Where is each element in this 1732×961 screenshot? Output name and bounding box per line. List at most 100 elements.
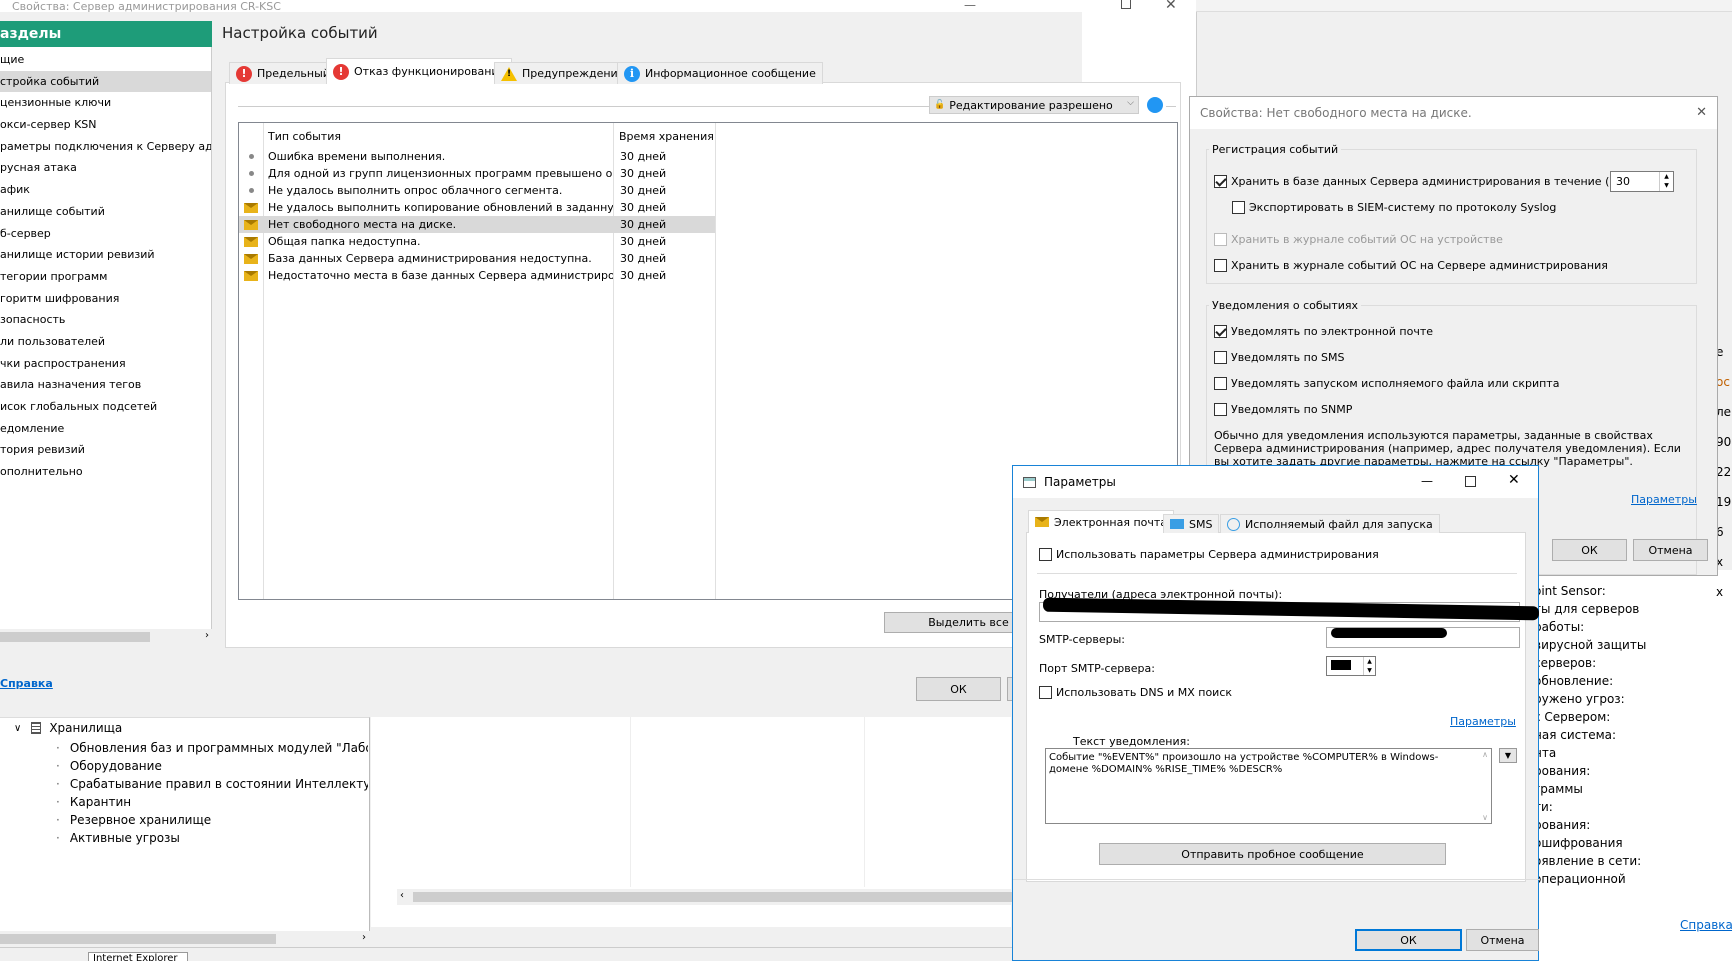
notify-exec-checkbox[interactable] xyxy=(1214,377,1227,390)
notify-email-row[interactable]: Уведомлять по электронной почте xyxy=(1214,325,1433,338)
sidebar-item[interactable]: горитм шифрования xyxy=(0,288,211,310)
table-row[interactable]: Для одной из групп лицензионных программ… xyxy=(239,165,715,182)
middle-hscroll[interactable]: ‹ xyxy=(397,889,1017,905)
tree-item[interactable]: · Карантин xyxy=(56,793,368,811)
col-header-time[interactable]: Время хранения xyxy=(619,130,714,143)
sidebar-item[interactable]: ли пользователей xyxy=(0,331,211,353)
tree-item[interactable]: · Обновления баз и программных модулей "Л… xyxy=(56,739,368,757)
minimize-icon[interactable]: — xyxy=(964,0,976,12)
notify-sms-row[interactable]: Уведомлять по SMS xyxy=(1214,351,1345,364)
spinner[interactable]: ▲ ▼ xyxy=(1659,172,1673,191)
props-ok-button[interactable]: ОК xyxy=(1552,539,1627,561)
table-row[interactable]: База данных Сервера администрирования не… xyxy=(239,250,715,267)
props-cancel-button[interactable]: Отмена xyxy=(1633,539,1708,561)
taskbar-item[interactable]: Internet Explorer xyxy=(88,952,188,961)
close-icon[interactable]: ✕ xyxy=(1165,0,1177,13)
scroll-left-icon[interactable]: ‹ xyxy=(400,890,404,901)
window-max-icon[interactable] xyxy=(1121,0,1131,9)
dns-row[interactable]: Использовать DNS и MX поиск xyxy=(1039,686,1232,699)
tree-root[interactable]: ∨ Хранилища xyxy=(14,721,122,735)
notify-sms-checkbox[interactable] xyxy=(1214,351,1227,364)
sidebar-item[interactable]: стройка событий xyxy=(0,70,211,93)
scroll-up-icon[interactable]: ∧ xyxy=(1482,750,1488,759)
ok-button[interactable]: ОК xyxy=(916,677,1001,701)
notification-text-area[interactable]: Событие "%EVENT%" произошло на устройств… xyxy=(1045,748,1492,824)
sidebar-item[interactable]: афик xyxy=(0,179,211,201)
scroll-thumb[interactable] xyxy=(0,632,150,642)
port-spinner[interactable]: ▲ ▼ xyxy=(1363,657,1375,675)
table-row[interactable]: Недостаточно места в базе данных Сервера… xyxy=(239,267,715,284)
sidebar-item[interactable]: русная атака xyxy=(0,157,211,179)
use-server-checkbox[interactable] xyxy=(1039,548,1052,561)
params-cancel-button[interactable]: Отмена xyxy=(1466,929,1539,951)
scroll-down-icon[interactable]: ∨ xyxy=(1482,813,1488,822)
sidebar-hscroll[interactable]: › xyxy=(0,629,212,645)
tree-item[interactable]: · Оборудование xyxy=(56,757,368,775)
send-test-button[interactable]: Отправить пробное сообщение xyxy=(1099,843,1446,865)
scroll-right-icon[interactable]: › xyxy=(205,630,209,641)
params-ok-button[interactable]: ОК xyxy=(1355,929,1462,951)
notify-snmp-row[interactable]: Уведомлять по SNMP xyxy=(1214,403,1352,416)
notify-exec-row[interactable]: Уведомлять запуском исполняемого файла и… xyxy=(1214,377,1559,390)
notify-email-checkbox[interactable] xyxy=(1214,325,1227,338)
tree-hscroll[interactable]: › xyxy=(0,931,370,947)
sidebar-item[interactable]: б-сервер xyxy=(0,223,211,245)
tree-scroll-thumb[interactable] xyxy=(0,934,276,944)
minimize-icon[interactable]: — xyxy=(1421,474,1433,488)
scroll-right-icon[interactable]: › xyxy=(362,932,366,943)
store-db-checkbox[interactable] xyxy=(1214,175,1227,188)
export-siem-checkbox[interactable] xyxy=(1232,201,1245,214)
chevron-down-icon[interactable]: ∨ xyxy=(14,723,21,734)
variables-dropdown[interactable]: ▼ xyxy=(1499,748,1517,763)
sidebar-item[interactable]: авила назначения тегов xyxy=(0,374,211,396)
props-params-link[interactable]: Параметры xyxy=(1631,493,1697,506)
port-input[interactable]: ▲ ▼ xyxy=(1326,656,1376,676)
table-row[interactable]: Общая папка недоступна. 30 дней xyxy=(239,233,715,250)
right-help-link[interactable]: Справка xyxy=(1680,918,1732,932)
notify-snmp-checkbox[interactable] xyxy=(1214,403,1227,416)
tab-warning[interactable]: ! Предупреждение xyxy=(494,62,632,84)
edit-state-dropdown[interactable]: 🔓 Редактирование разрешено ⌵ xyxy=(929,96,1139,114)
sidebar-item[interactable]: анилище истории ревизий xyxy=(0,244,211,266)
tree-item[interactable]: · Резервное хранилище xyxy=(56,811,368,829)
sidebar-item[interactable]: зопасность xyxy=(0,309,211,331)
store-days-input[interactable]: 30 ▲ ▼ xyxy=(1610,171,1674,192)
os-log-server-row[interactable]: Хранить в журнале событий ОС на Сервере … xyxy=(1214,259,1608,272)
sidebar-item[interactable]: раметры подключения к Серверу админ xyxy=(0,136,211,158)
tree-item[interactable]: · Срабатывание правил в состоянии Интелле… xyxy=(56,775,368,793)
info-circle-icon[interactable] xyxy=(1147,97,1163,113)
table-row[interactable]: Нет свободного места на диске. 30 дней xyxy=(239,216,715,233)
table-row[interactable]: Не удалось выполнить копирование обновле… xyxy=(239,199,715,216)
tab-exec[interactable]: Исполняемый файл для запуска xyxy=(1220,514,1440,533)
col-header-type[interactable]: Тип события xyxy=(268,130,341,143)
sidebar-item[interactable]: анилище событий xyxy=(0,201,211,223)
sidebar-item[interactable]: окси-сервер KSN xyxy=(0,114,211,136)
sidebar-item[interactable]: тория ревизий xyxy=(0,439,211,461)
close-icon[interactable]: ✕ xyxy=(1696,105,1707,120)
sidebar-item[interactable]: цензионные ключи xyxy=(0,92,211,114)
use-server-row[interactable]: Использовать параметры Сервера администр… xyxy=(1039,548,1379,561)
sidebar-item[interactable]: исок глобальных подсетей xyxy=(0,396,211,418)
tab-sms[interactable]: SMS xyxy=(1163,514,1220,533)
table-row[interactable]: Не удалось выполнить опрос облачного сег… xyxy=(239,182,715,199)
tab-critical[interactable]: ! Предельный xyxy=(229,62,337,84)
sidebar-item[interactable]: чки распространения xyxy=(0,353,211,375)
sidebar-item[interactable]: едомление xyxy=(0,418,211,440)
middle-scroll-thumb[interactable] xyxy=(413,892,1013,902)
tab-functional-failure[interactable]: ! Отказ функционирования xyxy=(326,58,513,84)
close-icon[interactable]: ✕ xyxy=(1508,472,1520,488)
maximize-icon[interactable] xyxy=(1465,476,1476,487)
os-log-server-checkbox[interactable] xyxy=(1214,259,1227,272)
store-db-row[interactable]: Хранить в базе данных Сервера администри… xyxy=(1214,175,1636,188)
sidebar-item[interactable]: тегории программ xyxy=(0,266,211,288)
table-row[interactable]: Ошибка времени выполнения. 30 дней xyxy=(239,148,715,165)
export-siem-row[interactable]: Экспортировать в SIEM-систему по протоко… xyxy=(1232,201,1556,214)
sidebar-item[interactable]: ополнительно xyxy=(0,461,211,483)
dns-checkbox[interactable] xyxy=(1039,686,1052,699)
tab-info[interactable]: i Информационное сообщение xyxy=(617,62,823,84)
help-link[interactable]: Справка xyxy=(0,677,53,690)
params-settings-link[interactable]: Параметры xyxy=(1450,715,1516,728)
tree-item[interactable]: · Активные угрозы xyxy=(56,829,368,847)
sidebar-item[interactable]: щие xyxy=(0,49,211,71)
tab-email[interactable]: Электронная почта xyxy=(1028,510,1175,533)
